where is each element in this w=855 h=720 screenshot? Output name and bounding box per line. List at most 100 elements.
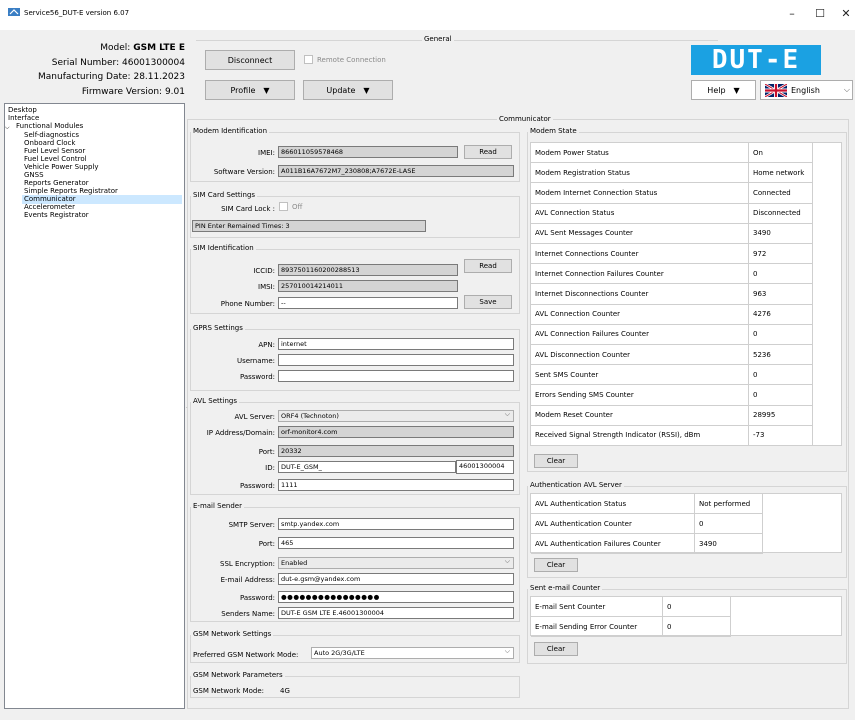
app-icon	[8, 8, 20, 16]
remote-connection-checkbox[interactable]: Remote Connection	[304, 55, 386, 64]
avl-password-input[interactable]: 1111	[278, 479, 514, 491]
email-address-label: E-mail Address:	[220, 576, 275, 584]
avl-server-select[interactable]: ORF4 (Technoton)	[278, 410, 514, 422]
preferred-gsm-mode-select[interactable]: Auto 2G/3G/LTE	[311, 647, 514, 659]
gprs-settings-title: GPRS Settings	[191, 324, 245, 332]
senders-name-label: Senders Name:	[221, 610, 275, 618]
senders-name-input[interactable]: DUT-E GSM LTE E.46001300004	[278, 607, 514, 619]
smtp-server-label: SMTP Server:	[228, 521, 275, 529]
fw-label: Firmware Version:	[81, 87, 163, 97]
table-row-value: 3490	[695, 534, 763, 554]
profile-dropdown-button[interactable]: Profile ▼	[205, 80, 295, 100]
avl-id-label: ID:	[265, 464, 275, 472]
sim-lock-value: Off	[292, 202, 303, 211]
serial-label: Serial Number:	[51, 58, 120, 68]
profile-label: Profile	[230, 85, 256, 95]
imei-field: 866011059578468	[278, 146, 458, 158]
help-label: Help	[707, 85, 726, 95]
software-version-label: Software Version:	[213, 168, 275, 176]
uk-flag-icon	[765, 83, 787, 97]
gsm-network-mode-label: GSM Network Mode:	[193, 687, 265, 695]
chevron-down-icon: ⌵	[843, 85, 850, 94]
avl-server-label: AVL Server:	[234, 413, 275, 421]
iccid-label: ICCID:	[253, 267, 275, 275]
minimize-icon[interactable]: –	[780, 5, 804, 23]
update-dropdown-button[interactable]: Update ▼	[303, 80, 393, 100]
ssl-encryption-select[interactable]: Enabled	[278, 557, 514, 569]
table-row-value: 0	[749, 264, 813, 285]
table-row-label: Errors Sending SMS Counter	[531, 385, 749, 406]
authentication-avl-table: AVL Authentication Status Not performed AV…	[530, 493, 842, 554]
close-icon[interactable]: ✕	[834, 5, 855, 23]
maximize-icon[interactable]: ☐	[808, 5, 832, 23]
apn-label: APN:	[258, 341, 275, 349]
smtp-port-input[interactable]: 465	[278, 537, 514, 549]
software-version-field: A011B16A7672M7_230808;A7672E-LASE	[278, 165, 514, 177]
preferred-gsm-mode-label: Preferred GSM Network Mode:	[193, 651, 299, 659]
table-row-value: 4276	[749, 304, 813, 325]
auth-clear-button[interactable]: Clear	[534, 558, 578, 572]
avl-settings-title: AVL Settings	[191, 397, 239, 405]
caret-down-icon: ▼	[263, 85, 270, 95]
gprs-password-input[interactable]	[278, 370, 514, 382]
sent-email-clear-button[interactable]: Clear	[534, 642, 578, 656]
email-address-input[interactable]: dut-e.gsm@yandex.com	[278, 573, 514, 585]
iccid-read-button[interactable]: Read	[464, 259, 512, 273]
phone-number-input[interactable]: --	[278, 297, 458, 309]
ip-address-field: orf-monitor4.com	[278, 426, 514, 438]
table-row-label: Internet Disconnections Counter	[531, 284, 749, 305]
language-label: English	[791, 85, 820, 95]
table-row-value: 28995	[749, 405, 813, 426]
email-password-input[interactable]: ●●●●●●●●●●●●●●●●	[278, 591, 514, 603]
language-select[interactable]: English ⌵	[760, 80, 853, 100]
sent-email-counter-table: E-mail Sent Counter 0 E-mail Sending Error…	[530, 596, 842, 637]
chevron-down-icon[interactable]: ⌵	[5, 123, 10, 132]
tree-item-functional-modules[interactable]: Functional Modules	[16, 122, 83, 131]
table-row-value: 0	[663, 597, 731, 617]
modem-identification-title: Modem Identification	[191, 127, 270, 135]
table-row-label: Modem Internet Connection Status	[531, 183, 749, 204]
modem-state-table: Modem Power Status On Modem Registration S…	[530, 142, 842, 446]
phone-number-label: Phone Number:	[220, 300, 275, 308]
table-row-label: Received Signal Strength Indicator (RSSI…	[531, 425, 749, 446]
phone-save-button[interactable]: Save	[464, 295, 512, 309]
remote-checkbox-box[interactable]	[304, 55, 313, 64]
username-input[interactable]	[278, 354, 514, 366]
fw-row: Firmware Version: 9.01	[82, 87, 185, 97]
username-label: Username:	[236, 357, 275, 365]
serial-row: Serial Number: 46001300004	[52, 58, 185, 68]
gsm-network-parameters-title: GSM Network Parameters	[191, 671, 285, 679]
table-row-value: 0	[663, 617, 731, 637]
imei-label: IMEI:	[258, 149, 275, 157]
table-row-label: AVL Connection Status	[531, 203, 749, 224]
authentication-avl-title: Authentication AVL Server	[528, 481, 624, 489]
apn-input[interactable]: internet	[278, 338, 514, 350]
smtp-server-input[interactable]: smtp.yandex.com	[278, 518, 514, 530]
window-title: Service56_DUT-E version 6.07	[24, 9, 130, 17]
update-label: Update	[326, 85, 356, 95]
table-row-label: AVL Authentication Failures Counter	[531, 534, 695, 554]
imsi-label: IMSI:	[258, 283, 275, 291]
avl-id-suffix-field: 46001300004	[456, 460, 514, 474]
tree-item-events-registrator[interactable]: Events Registrator	[24, 211, 89, 220]
disconnect-button[interactable]: Disconnect	[205, 50, 295, 70]
modem-state-clear-button[interactable]: Clear	[534, 454, 578, 468]
table-row-value: Not performed	[695, 494, 763, 514]
table-row-label: E-mail Sending Error Counter	[531, 617, 663, 637]
sim-lock-box[interactable]	[279, 202, 288, 211]
navigation-tree: Desktop Interface ⌵ Functional Modules S…	[4, 103, 185, 709]
smtp-port-label: Port:	[258, 540, 275, 548]
imei-read-button[interactable]: Read	[464, 145, 512, 159]
dut-e-logo: DUT-E	[691, 45, 821, 75]
table-row-label: Internet Connections Counter	[531, 244, 749, 265]
remote-label: Remote Connection	[317, 55, 386, 64]
table-row-label: Modem Registration Status	[531, 163, 749, 184]
sim-card-lock-checkbox[interactable]: Off	[279, 202, 302, 211]
avl-port-label: Port:	[258, 448, 275, 456]
table-row-value: 0	[749, 324, 813, 345]
table-row-value: 3490	[749, 223, 813, 244]
help-dropdown-button[interactable]: Help ▼	[691, 80, 756, 100]
mfg-label: Manufacturing Date:	[38, 72, 131, 82]
mfg-row: Manufacturing Date: 28.11.2023	[38, 72, 185, 82]
avl-id-input[interactable]: DUT-E_GSM_	[278, 461, 456, 473]
